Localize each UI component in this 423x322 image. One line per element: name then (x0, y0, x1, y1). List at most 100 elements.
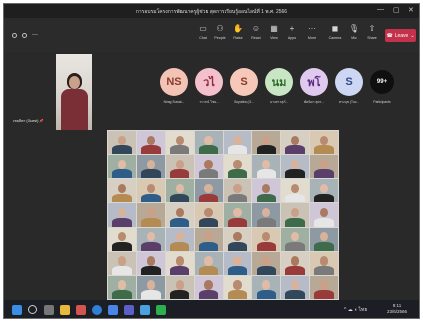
participant-shirt (198, 290, 219, 299)
participant-video-tile (252, 275, 281, 299)
participant-video-tile (136, 179, 165, 203)
participant-face (319, 256, 329, 266)
participant-video-tile (223, 131, 252, 155)
participant-shirt (141, 145, 161, 155)
participant-face (117, 208, 127, 218)
edge-icon[interactable] (92, 305, 102, 315)
participant-shirt (256, 169, 277, 179)
more-button[interactable]: ··· More (302, 24, 322, 40)
participant-avatar[interactable]: NS (160, 68, 188, 96)
participant-shirt (169, 290, 190, 299)
presenter-video[interactable] (56, 54, 92, 130)
system-tray[interactable]: ^ ☁ ◖ ไทย (344, 306, 367, 314)
participant-name: Supattra (G... (234, 100, 254, 104)
app-icon[interactable] (156, 305, 166, 315)
participant-face (204, 256, 213, 266)
participant-face (262, 183, 271, 194)
participant-video-tile (310, 203, 338, 227)
app-icon[interactable] (140, 305, 150, 315)
teams-window: การอบรมโครงการพัฒนาครูผู้ช่วย สุดการเรีย… (3, 3, 420, 319)
participant-avatar[interactable]: S (230, 68, 258, 96)
participant-shirt (314, 145, 334, 155)
participant-shirt (227, 290, 248, 299)
participant-shirt (227, 169, 248, 179)
participant-video-tile (194, 203, 223, 227)
meeting-stage: เชลลิตา (Guest) 📌 NS วไ S นม พโ S 99+ Ni… (4, 52, 419, 300)
participant-video-tile (252, 227, 281, 251)
participant-avatar[interactable]: วไ (195, 68, 223, 96)
participant-face (319, 135, 329, 145)
meeting-status-text: --- (32, 32, 38, 38)
people-button[interactable]: ⚇ People (210, 24, 230, 40)
participant-video-tile (310, 227, 338, 251)
participant-video-tile (165, 275, 194, 299)
windows-start-icon[interactable] (12, 305, 22, 315)
maximize-button[interactable]: ▢ (393, 6, 400, 14)
participant-face (233, 280, 242, 290)
participant-video-tile (108, 203, 136, 227)
participant-video-tile (281, 179, 310, 203)
app-icon[interactable] (108, 305, 118, 315)
participant-face (146, 208, 155, 218)
share-button[interactable]: ⇧ Share (362, 24, 382, 40)
participant-face (319, 159, 329, 170)
participant-shirt (314, 290, 334, 299)
participant-face (291, 232, 300, 242)
leave-button[interactable]: ☎ Leave ⌄ (385, 29, 416, 42)
participant-shirt (169, 217, 190, 227)
participant-face (291, 280, 300, 290)
react-button[interactable]: ☺ React (246, 24, 266, 40)
participant-video-tile (136, 155, 165, 179)
record-icon (12, 32, 17, 38)
minimize-button[interactable]: — (377, 6, 384, 13)
search-icon[interactable] (28, 305, 37, 314)
file-explorer-icon[interactable] (60, 305, 70, 315)
participant-face (204, 280, 213, 290)
mic-button[interactable]: 🎙 Mic (344, 24, 364, 40)
task-view-icon[interactable] (44, 305, 54, 315)
participant-shirt (112, 290, 132, 299)
close-button[interactable]: ✕ (408, 6, 414, 14)
participants-more-button[interactable]: 99+ (370, 70, 394, 94)
participant-face (262, 208, 271, 218)
participant-video-tile (281, 131, 310, 155)
app-icon[interactable] (76, 305, 86, 315)
participant-shirt (227, 217, 248, 227)
presenter-body (61, 89, 88, 130)
more-icon: ··· (308, 24, 316, 33)
participant-video-tile (136, 275, 165, 299)
participant-face (117, 159, 127, 170)
participant-video-tile (165, 131, 194, 155)
participant-avatar[interactable]: พโ (300, 68, 328, 96)
view-button[interactable]: ▦ View (264, 24, 284, 40)
participant-shirt (141, 169, 161, 179)
raise-hand-button[interactable]: ✋ Raise (228, 24, 248, 40)
participant-video-tile (281, 155, 310, 179)
participant-face (175, 208, 184, 218)
participant-shirt (227, 266, 248, 275)
participant-shirt (112, 217, 132, 227)
participant-face (262, 135, 271, 145)
participant-shirt (169, 145, 190, 155)
participant-shirt (141, 193, 161, 203)
participant-avatar[interactable]: นม (265, 68, 293, 96)
participant-face (291, 159, 300, 170)
participant-video-tile (194, 179, 223, 203)
participant-shirt (314, 217, 334, 227)
participants-label: Participants (373, 100, 391, 104)
participant-avatar[interactable]: S (335, 68, 363, 96)
participant-shirt (256, 193, 277, 203)
taskbar-clock[interactable]: 9:11 23/6/2566 (387, 303, 407, 315)
participant-shirt (285, 145, 305, 155)
participant-shirt (169, 193, 190, 203)
participant-video-tile (310, 131, 338, 155)
camera-button[interactable]: ◼ Camera (325, 24, 345, 40)
chevron-down-icon: ⌄ (410, 32, 415, 39)
participant-face (175, 159, 184, 170)
teams-icon[interactable] (124, 305, 134, 315)
apps-button[interactable]: + Apps (282, 24, 302, 40)
participant-face (204, 135, 213, 145)
participant-shirt (198, 266, 219, 275)
participant-video-tile (136, 227, 165, 251)
participant-shirt (112, 266, 132, 275)
